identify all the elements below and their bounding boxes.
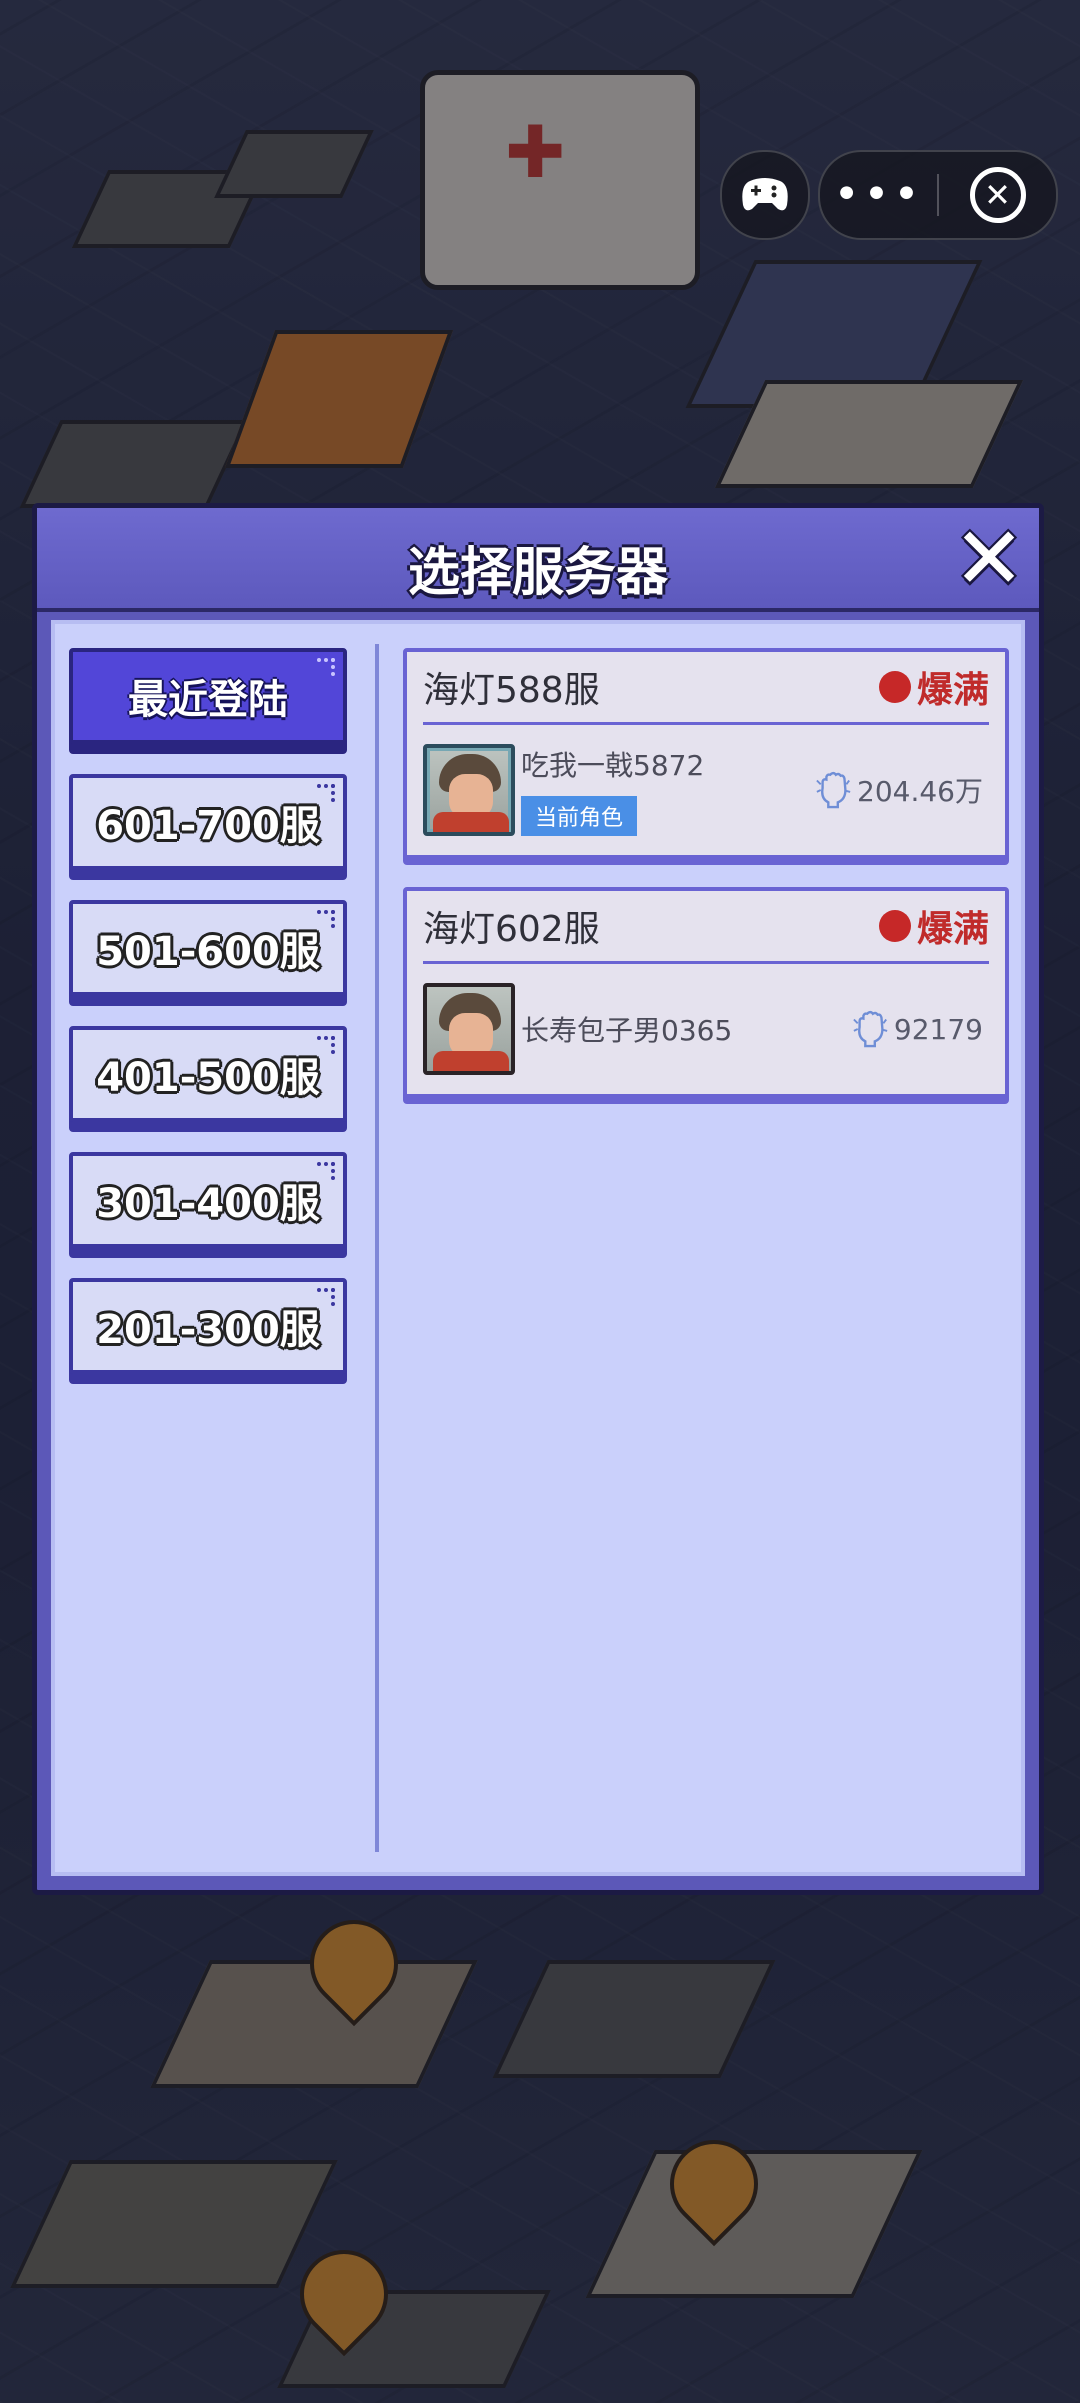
status-label: 爆满 xyxy=(916,670,989,711)
avatar xyxy=(423,744,515,836)
dialog-title: 选择服务器 xyxy=(407,543,668,603)
power-display: 92179 xyxy=(852,1010,983,1048)
corner-decoration xyxy=(317,784,335,802)
role-name: 长寿包子男0365 xyxy=(521,1014,733,1047)
more-button[interactable]: ••• xyxy=(820,152,937,238)
server-card-header: 海灯602服 爆满 xyxy=(423,891,989,964)
tab-label: 501-600服 xyxy=(96,929,320,975)
tab-401-500[interactable]: 401-500服 xyxy=(69,1026,347,1122)
avatar xyxy=(423,983,515,1075)
corner-decoration xyxy=(317,1288,335,1306)
server-select-dialog: 选择服务器 ✕ 最近登陆 601-700服 501-600服 401-500服 … xyxy=(32,503,1044,1895)
corner-decoration xyxy=(317,658,335,676)
vertical-divider xyxy=(375,644,379,1852)
tab-label: 401-500服 xyxy=(96,1055,320,1101)
corner-decoration xyxy=(317,1162,335,1180)
role-row: 吃我一戟5872 当前角色 204.46万 xyxy=(423,725,989,855)
tab-501-600[interactable]: 501-600服 xyxy=(69,900,347,996)
red-dot-icon xyxy=(878,671,911,703)
server-card[interactable]: 海灯588服 爆满 吃我一戟5872 当前角色 204.46万 xyxy=(403,648,1009,859)
dialog-body: 最近登陆 601-700服 501-600服 401-500服 301-400服… xyxy=(51,620,1025,1876)
server-card-header: 海灯588服 爆满 xyxy=(423,652,989,725)
red-dot-icon xyxy=(878,910,911,942)
power-value: 92179 xyxy=(893,1012,983,1046)
server-name: 海灯588服 xyxy=(423,670,600,711)
fist-power-icon xyxy=(816,771,851,809)
fist-power-icon xyxy=(853,1010,888,1048)
server-list: 海灯588服 爆满 吃我一戟5872 当前角色 204.46万 海灯602服 爆… xyxy=(403,648,1009,1126)
status-label: 爆满 xyxy=(916,909,989,950)
corner-decoration xyxy=(317,1036,335,1054)
tab-601-700[interactable]: 601-700服 xyxy=(69,774,347,870)
role-info: 长寿包子男0365 xyxy=(521,1009,732,1049)
server-name: 海灯602服 xyxy=(423,909,600,950)
server-status: 爆满 xyxy=(878,661,989,713)
dialog-header: 选择服务器 ✕ xyxy=(37,508,1039,612)
tab-recent-login[interactable]: 最近登陆 xyxy=(69,648,347,744)
more-dots-icon: ••• xyxy=(833,169,924,220)
tab-label: 201-300服 xyxy=(96,1307,320,1353)
role-name: 吃我一戟5872 xyxy=(521,749,705,782)
close-circle-icon: ✕ xyxy=(969,167,1026,223)
server-range-tabs: 最近登陆 601-700服 501-600服 401-500服 301-400服… xyxy=(69,648,359,1404)
role-info: 吃我一戟5872 当前角色 xyxy=(521,744,704,836)
server-card[interactable]: 海灯602服 爆满 长寿包子男0365 92179 xyxy=(403,887,1009,1098)
tab-label: 301-400服 xyxy=(96,1181,320,1227)
current-role-badge: 当前角色 xyxy=(521,796,638,836)
mini-program-capsule: ••• ✕ xyxy=(818,150,1058,240)
close-x-icon[interactable]: ✕ xyxy=(953,516,1025,602)
exit-button[interactable]: ✕ xyxy=(939,152,1056,238)
corner-decoration xyxy=(317,910,335,928)
power-display: 204.46万 xyxy=(815,770,983,810)
tab-301-400[interactable]: 301-400服 xyxy=(69,1152,347,1248)
tab-label: 601-700服 xyxy=(96,803,320,849)
gamepad-icon[interactable] xyxy=(720,150,810,240)
role-row: 长寿包子男0365 92179 xyxy=(423,964,989,1094)
server-status: 爆满 xyxy=(878,900,989,952)
tab-201-300[interactable]: 201-300服 xyxy=(69,1278,347,1374)
power-value: 204.46万 xyxy=(857,775,983,808)
tab-label: 最近登陆 xyxy=(128,677,288,723)
